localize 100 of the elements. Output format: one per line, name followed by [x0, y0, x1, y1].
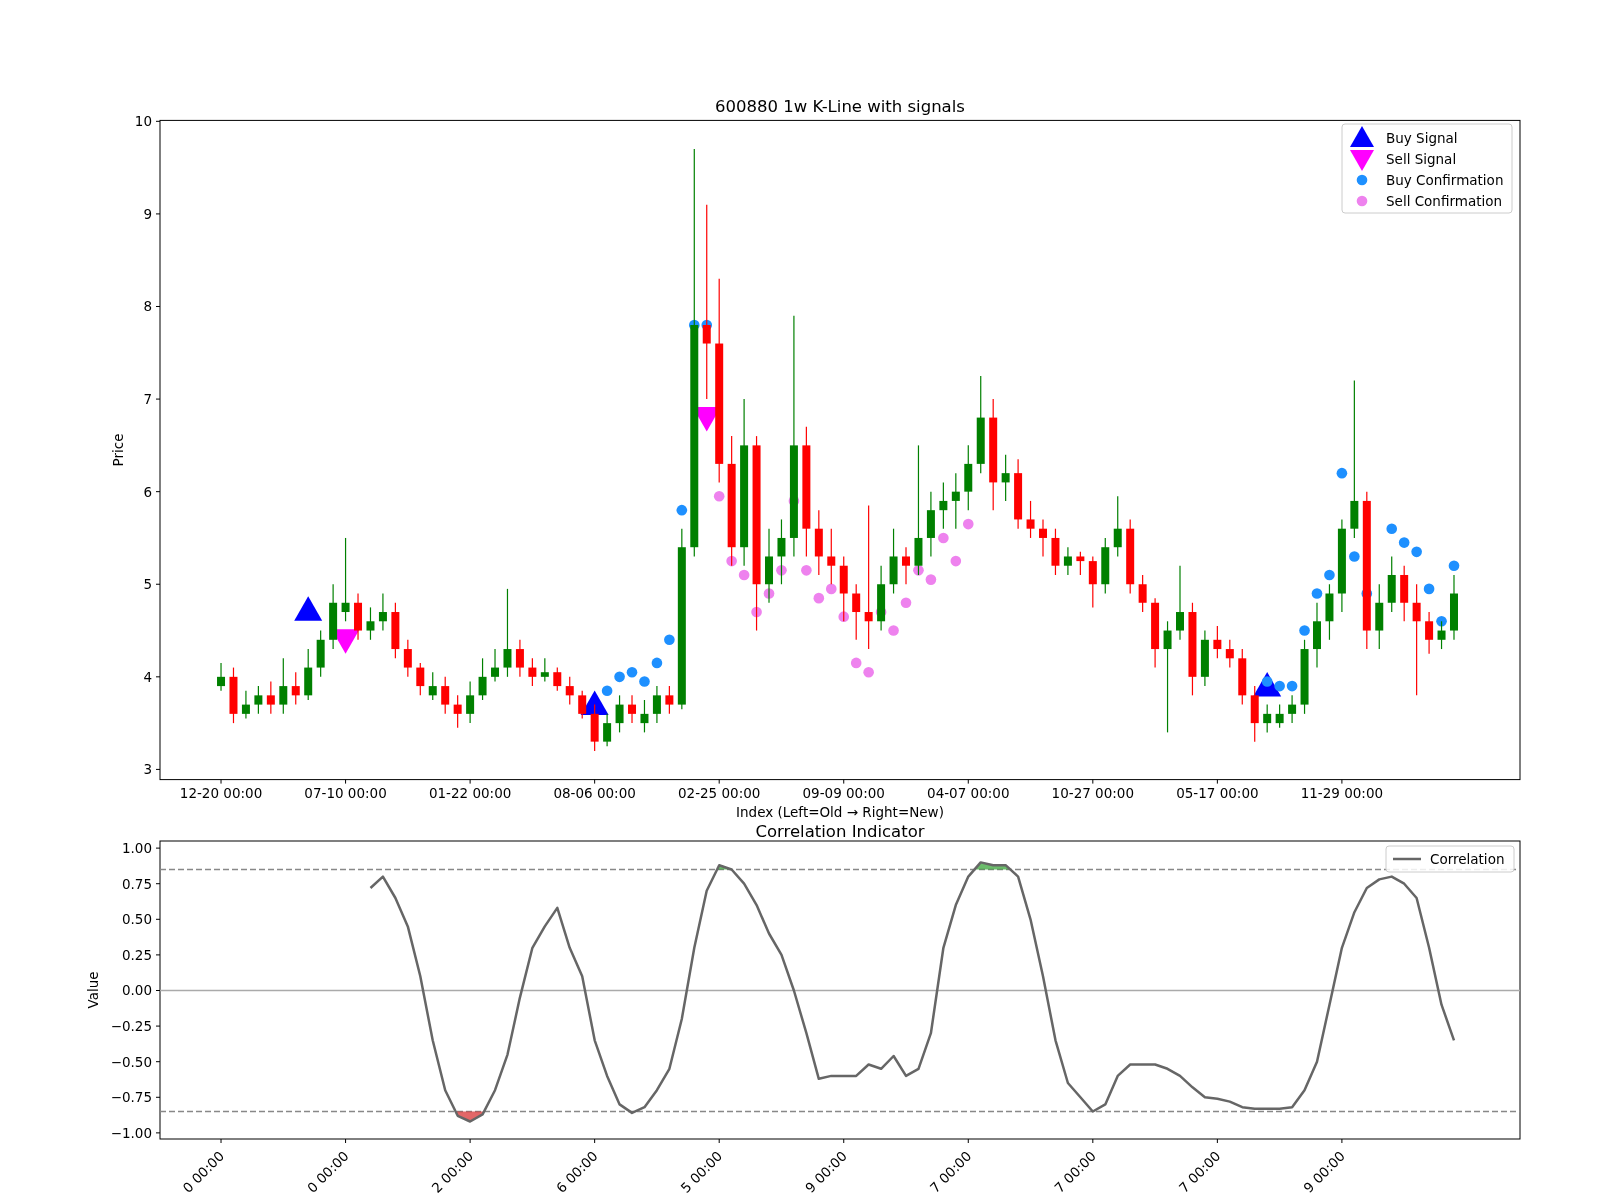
candlestick: [241, 690, 250, 720]
candlestick: [951, 472, 960, 530]
candlestick: [354, 592, 362, 641]
tick-label: 10-27 00:00: [1051, 784, 1135, 801]
candlestick: [1450, 574, 1458, 641]
buy-confirmation-dot: [639, 676, 650, 687]
legend-buy-confirmation-dot: [1356, 174, 1368, 186]
tick-label: 04-07 00:00: [927, 784, 1010, 801]
candlestick: [229, 666, 238, 724]
candlestick: [1375, 583, 1384, 650]
sell-confirmation-dot: [913, 565, 924, 576]
buy-confirmation-dot: [664, 634, 675, 646]
tick-label: 1.00: [121, 840, 152, 857]
candlestick: [1275, 704, 1284, 729]
buy-confirmation-dot: [1286, 680, 1298, 692]
tick-label: 11-29 00:00: [1300, 784, 1384, 801]
tick-label: 3: [143, 761, 152, 778]
buy-signal-marker: [294, 596, 323, 621]
candlestick: [1225, 639, 1234, 669]
tick-label: −0.75: [110, 1089, 152, 1106]
candlestick: [1238, 648, 1247, 706]
candlestick: [1101, 537, 1110, 595]
candlestick: [827, 528, 836, 585]
tick-label: 5: [143, 576, 152, 593]
buy-confirmation-dot: [1261, 676, 1273, 687]
candlestick: [1026, 500, 1035, 539]
candlestick: [665, 685, 674, 715]
buy-confirmation-dot: [614, 671, 625, 683]
candlestick: [590, 704, 599, 752]
tick-label: 8: [143, 298, 152, 315]
buy-confirmation-dot: [1311, 588, 1323, 599]
candlestick: [603, 713, 612, 747]
candlestick: [416, 662, 425, 696]
sell-confirmation-dot: [813, 592, 825, 604]
buy-confirmation-dot: [1324, 569, 1335, 581]
candlestick: [329, 583, 338, 650]
candlestick: [491, 648, 499, 683]
buy-confirmation-dot: [1299, 625, 1310, 636]
axis-label: Price: [110, 433, 126, 467]
buy-confirmation-dot: [1448, 560, 1460, 572]
tick-label: 0.25: [121, 946, 152, 963]
tick-label: 09-09 00:00: [802, 784, 885, 801]
buy-confirmation-dot: [1336, 467, 1348, 479]
candlestick: [1313, 602, 1321, 669]
threshold-fill: [455, 1111, 485, 1122]
candlestick: [652, 685, 661, 724]
candlestick: [1001, 454, 1010, 502]
buy-confirmation-dot: [1398, 537, 1410, 548]
candlestick: [553, 666, 562, 692]
candlestick: [1039, 518, 1047, 558]
sell-confirmation-dot: [900, 597, 912, 609]
candlestick: [1063, 546, 1072, 576]
candlestick: [1425, 611, 1434, 655]
candlestick: [217, 662, 226, 692]
candlestick: [615, 694, 624, 733]
legend-sell-signal-marker: [1350, 150, 1374, 171]
candlestick: [1151, 597, 1160, 669]
candlestick: [814, 509, 823, 576]
candlestick: [964, 444, 973, 511]
candlestick: [1051, 528, 1060, 576]
candlestick: [1325, 583, 1334, 641]
candlestick: [291, 671, 300, 706]
candlestick: [839, 555, 848, 622]
tick-label: 07-10 00:00: [304, 784, 387, 801]
candlestick: [777, 518, 786, 585]
candlestick: [852, 583, 861, 641]
tick-label: 0.75: [121, 875, 152, 892]
candlestick: [565, 676, 574, 706]
candlestick: [1437, 620, 1446, 650]
sell-confirmation-dot: [726, 555, 737, 567]
candlestick: [1288, 694, 1297, 724]
buy-confirmation-dot: [1411, 546, 1422, 558]
sell-confirmation-dot: [863, 666, 874, 678]
buy-confirmation-dot: [626, 666, 638, 678]
tick-label: 02-25 00:00: [678, 784, 761, 801]
legend-label: Sell Confirmation: [1386, 193, 1502, 209]
tick-label: 08-06 00:00: [553, 784, 636, 801]
candlestick: [304, 648, 313, 701]
sell-confirmation-dot: [838, 611, 850, 622]
tick-label: 0.50: [121, 911, 152, 928]
candlestick: [391, 602, 400, 659]
candlestick: [254, 685, 263, 715]
tick-label: 9: [143, 205, 152, 222]
candlestick: [266, 680, 275, 715]
candlestick: [1088, 555, 1097, 608]
candlestick: [540, 657, 549, 683]
tick-label: −1.00: [110, 1124, 152, 1141]
candlestick: [926, 491, 935, 558]
tick-label: 6: [143, 483, 152, 500]
legend-label: Sell Signal: [1386, 151, 1457, 167]
tick-label: 7: [143, 391, 152, 408]
tick-label: 01-22 00:00: [428, 784, 512, 801]
sell-confirmation-dot: [751, 606, 762, 618]
legend-label: Correlation: [1430, 851, 1505, 867]
buy-confirmation-dot: [1274, 680, 1285, 692]
buy-confirmation-dot: [1423, 583, 1435, 595]
candlestick: [428, 671, 437, 701]
sell-confirmation-dot: [938, 532, 949, 544]
candlestick: [279, 657, 288, 715]
tick-label: −0.25: [110, 1018, 152, 1035]
